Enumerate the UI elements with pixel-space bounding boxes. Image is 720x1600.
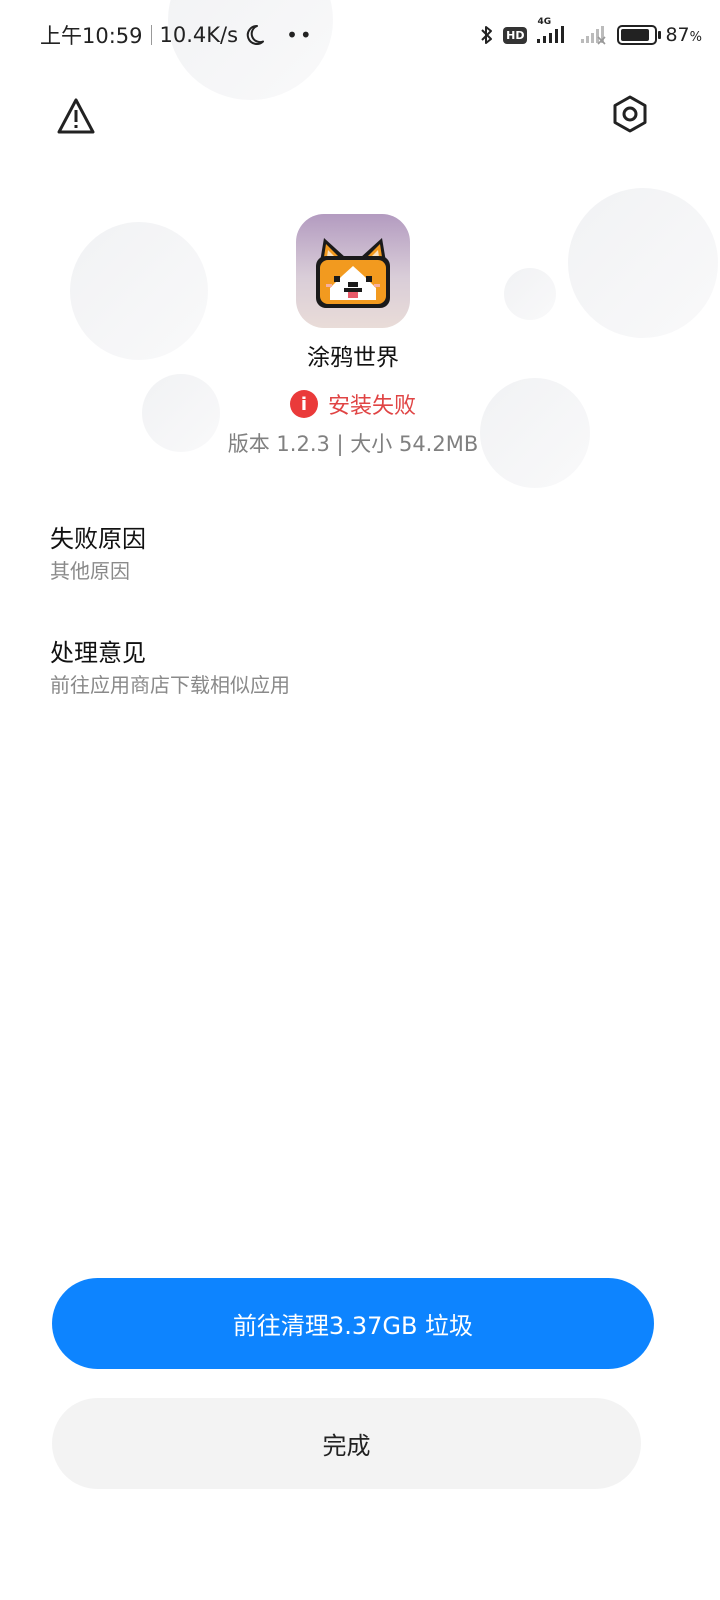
moon-icon xyxy=(242,23,266,47)
corgi-icon xyxy=(316,238,390,308)
install-status-text: 安装失败 xyxy=(327,394,416,419)
status-bar-left: 上午10:59 10.4K/s •• xyxy=(40,20,314,50)
background-decor-circle xyxy=(568,188,718,338)
clean-junk-button[interactable]: 前往清理3.37GB 垃圾 xyxy=(52,1278,654,1369)
failure-reason-value: 其他原因 xyxy=(50,559,130,583)
network-type-label: 4G xyxy=(537,17,552,27)
battery-fill xyxy=(621,29,650,41)
version-info: 版本 1.2.3 | 大小 54.2MB xyxy=(227,432,479,456)
suggestion-value: 前往应用商店下载相似应用 xyxy=(50,673,290,697)
failure-reason-title: 失败原因 xyxy=(50,525,146,553)
settings-icon[interactable] xyxy=(608,92,652,136)
signal-2-icon xyxy=(579,23,609,47)
status-separator xyxy=(150,25,152,45)
signal-icon: 4G xyxy=(535,17,571,47)
bluetooth-icon xyxy=(479,23,495,47)
status-bar-right: HD 4G 87% xyxy=(479,17,702,50)
done-button[interactable]: 完成 xyxy=(52,1398,641,1489)
warning-icon[interactable] xyxy=(54,94,98,138)
battery-percent-unit: % xyxy=(689,30,702,45)
status-bar: 上午10:59 10.4K/s •• HD 4G 87% xyxy=(0,0,720,70)
notification-dots: •• xyxy=(286,23,314,47)
suggestion-title: 处理意见 xyxy=(50,639,146,667)
status-time: 上午10:59 xyxy=(40,24,143,48)
suggestion-section: 处理意见 前往应用商店下载相似应用 xyxy=(50,636,290,700)
background-decor-circle xyxy=(504,268,556,320)
failure-reason-section: 失败原因 其他原因 xyxy=(50,522,146,586)
install-status: i 安装失败 xyxy=(0,388,706,420)
corgi-app-icon xyxy=(296,214,410,328)
battery-percent-value: 87 xyxy=(665,24,690,46)
battery-percent: 87% xyxy=(665,24,702,46)
hd-badge: HD xyxy=(503,26,528,44)
battery-icon xyxy=(617,25,662,45)
error-icon: i xyxy=(289,390,318,418)
network-speed: 10.4K/s xyxy=(159,23,239,47)
app-name: 涂鸦世界 xyxy=(307,345,399,371)
